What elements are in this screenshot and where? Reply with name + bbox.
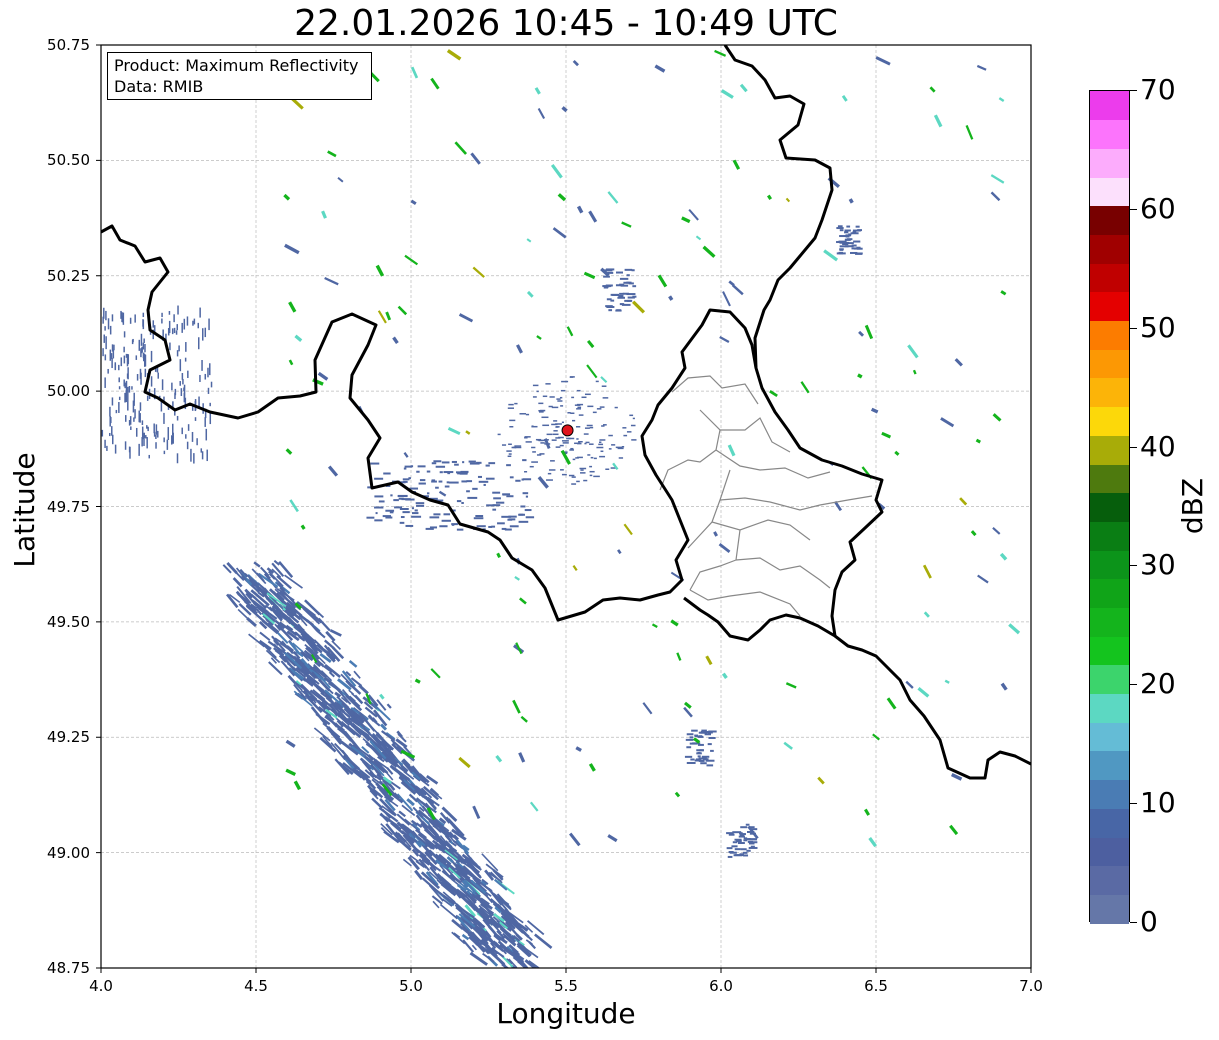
echo-streak bbox=[517, 971, 522, 975]
colorbar-tickmark bbox=[1130, 922, 1137, 923]
colorbar-segment bbox=[1090, 779, 1129, 809]
x-tick-label: 5.0 bbox=[399, 977, 423, 995]
colorbar-tick-label: 50 bbox=[1140, 310, 1176, 344]
colorbar-segment bbox=[1090, 291, 1129, 322]
colorbar-tickmark bbox=[1130, 446, 1137, 448]
radar-map bbox=[96, 44, 1032, 982]
colorbar-segment bbox=[1090, 234, 1129, 264]
echo-streak bbox=[848, 198, 854, 204]
y-tick-label: 50.50 bbox=[47, 151, 90, 170]
echo-streak bbox=[767, 194, 773, 201]
colorbar-tick-label: 20 bbox=[1140, 667, 1176, 701]
colorbar-segment bbox=[1090, 722, 1129, 752]
colorbar-segment bbox=[1090, 435, 1129, 465]
echo-streak bbox=[496, 552, 501, 559]
echo-streak bbox=[975, 438, 981, 444]
echo-streak bbox=[713, 531, 718, 537]
colorbar-tickmark bbox=[1130, 208, 1137, 210]
echo-streak bbox=[497, 971, 513, 982]
colorbar-tick-label: 60 bbox=[1140, 191, 1176, 225]
colorbar-tick-label: 70 bbox=[1140, 73, 1176, 106]
colorbar-segment bbox=[1090, 263, 1129, 293]
colorbar-tickmark bbox=[1130, 684, 1137, 686]
radar-site-marker bbox=[561, 424, 574, 437]
colorbar bbox=[1089, 90, 1130, 924]
x-tick-label: 4.0 bbox=[89, 977, 113, 995]
colorbar-label: dBZ bbox=[1176, 477, 1209, 535]
product-info-box: Product: Maximum Reflectivity Data: RMIB bbox=[107, 52, 372, 100]
colorbar-segment bbox=[1090, 693, 1129, 723]
colorbar-tickmark bbox=[1130, 327, 1137, 329]
colorbar-segment bbox=[1090, 320, 1129, 350]
y-tick-label: 48.75 bbox=[47, 959, 90, 977]
echo-streak bbox=[857, 373, 863, 379]
colorbar-tick-label: 10 bbox=[1140, 786, 1176, 820]
colorbar-segment bbox=[1090, 205, 1129, 236]
y-tick-label: 49.25 bbox=[47, 728, 90, 747]
echo-streak bbox=[300, 524, 306, 530]
colorbar-segment bbox=[1090, 148, 1129, 178]
data-source-text: Data: RMIB bbox=[114, 77, 204, 96]
colorbar-tick-label: 30 bbox=[1140, 548, 1176, 582]
echo-streak bbox=[912, 369, 917, 375]
colorbar-segment bbox=[1090, 750, 1129, 781]
y-axis-label: Latitude bbox=[8, 452, 41, 568]
colorbar-segment bbox=[1090, 463, 1129, 494]
echo-streak bbox=[668, 295, 674, 301]
colorbar-segment bbox=[1090, 664, 1129, 695]
colorbar-segment bbox=[1090, 607, 1129, 637]
colorbar-tickmark bbox=[1130, 803, 1137, 805]
y-tick-label: 50.75 bbox=[47, 36, 90, 54]
product-text: Product: Maximum Reflectivity bbox=[114, 56, 359, 75]
echo-streak bbox=[414, 678, 421, 684]
colorbar-segment bbox=[1090, 521, 1129, 551]
colorbar-segment bbox=[1090, 550, 1129, 580]
y-tick-label: 49.00 bbox=[47, 843, 90, 862]
colorbar-segment bbox=[1090, 808, 1129, 838]
y-tick-label: 50.00 bbox=[47, 382, 90, 401]
colorbar-segment bbox=[1090, 177, 1129, 207]
colorbar-segment bbox=[1090, 492, 1129, 522]
colorbar-segment bbox=[1090, 894, 1129, 924]
colorbar-tick-label: 0 bbox=[1140, 905, 1158, 938]
x-tick-label: 7.0 bbox=[1019, 977, 1043, 995]
colorbar-segment bbox=[1090, 406, 1129, 436]
colorbar-segment bbox=[1090, 636, 1129, 666]
y-tick-label: 49.50 bbox=[47, 612, 90, 631]
x-tick-label: 6.0 bbox=[709, 977, 733, 995]
colorbar-segment bbox=[1090, 91, 1129, 121]
y-tick-label: 50.25 bbox=[47, 266, 90, 285]
x-tick-label: 4.5 bbox=[244, 977, 268, 995]
colorbar-segment bbox=[1090, 836, 1129, 867]
colorbar-segment bbox=[1090, 119, 1129, 149]
colorbar-tickmark bbox=[1130, 90, 1137, 91]
x-tick-label: 6.5 bbox=[864, 977, 888, 995]
colorbar-tickmark bbox=[1130, 565, 1137, 567]
colorbar-segment bbox=[1090, 377, 1129, 408]
colorbar-segment bbox=[1090, 349, 1129, 379]
x-axis-label: Longitude bbox=[496, 997, 636, 1030]
colorbar-tick-label: 40 bbox=[1140, 429, 1176, 463]
x-tick-label: 5.5 bbox=[554, 977, 578, 995]
colorbar-segment bbox=[1090, 578, 1129, 608]
colorbar-segment bbox=[1090, 865, 1129, 895]
